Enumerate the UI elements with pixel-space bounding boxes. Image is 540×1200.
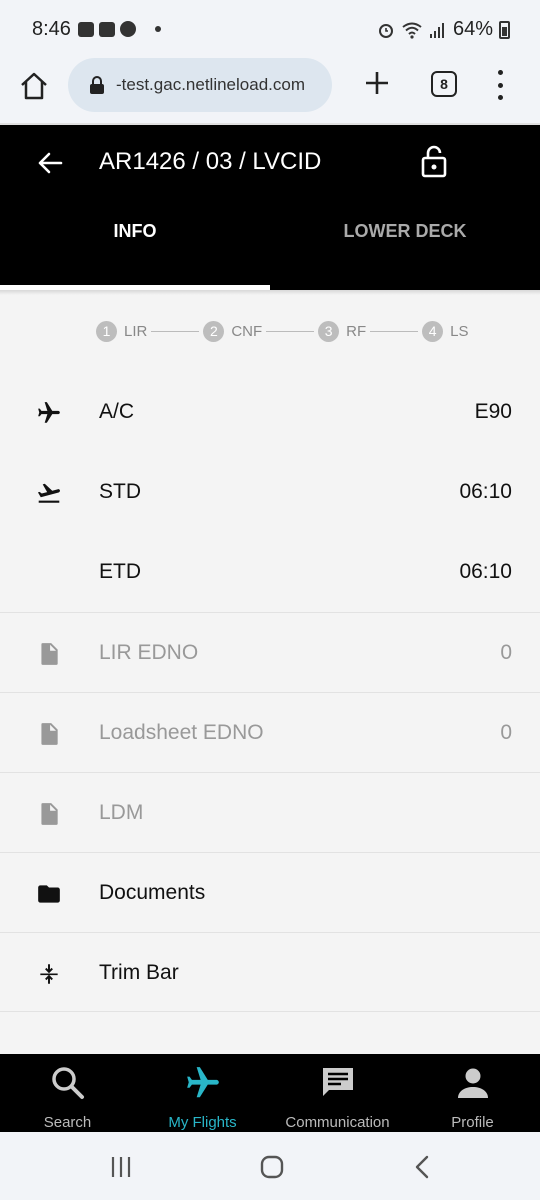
app-header: AR1426 / 03 / LVCID INFO LOWER DECK (0, 125, 540, 290)
row-label: LIR EDNO (99, 641, 199, 664)
row-std: STD 06:10 (0, 452, 540, 532)
step-rf: 3 RF (318, 320, 367, 342)
step-number: 2 (203, 320, 225, 342)
document-icon (41, 643, 58, 665)
row-label: A/C (99, 400, 135, 423)
step-ls: 4 LS (422, 320, 469, 342)
nav-label: My Flights (168, 1114, 237, 1131)
youtube-icon (99, 21, 115, 37)
status-right: 64% (377, 18, 510, 41)
status-notification-icons (78, 21, 161, 37)
status-bar: 8:46 64% (0, 0, 540, 58)
new-tab-icon[interactable] (362, 68, 392, 98)
browser-menu-icon[interactable] (496, 70, 504, 100)
row-value: 0 (500, 721, 512, 744)
row-label: Loadsheet EDNO (99, 721, 264, 744)
row-label: LDM (99, 801, 144, 824)
step-label: CNF (231, 322, 263, 340)
row-documents[interactable]: Documents (0, 852, 540, 932)
browser-toolbar: -test.gac.netlineload.com 8 (0, 58, 540, 124)
nav-label: Search (43, 1114, 92, 1131)
more-notifications-dot (155, 26, 161, 32)
nav-label: Communication (285, 1114, 390, 1131)
step-number: 3 (318, 320, 340, 342)
url-text[interactable]: -test.gac.netlineload.com (116, 75, 305, 95)
row-value: 06:10 (459, 480, 512, 503)
step-label: RF (346, 322, 367, 340)
profile-icon (457, 1068, 488, 1098)
search-icon (51, 1067, 84, 1099)
step-cnf: 2 CNF (203, 320, 263, 342)
tab-info[interactable]: INFO (0, 221, 270, 242)
status-time: 8:46 (32, 18, 71, 40)
tab-switcher-button[interactable]: 8 (431, 71, 457, 97)
wifi-icon (402, 22, 422, 39)
bottom-navigation: Search My Flights Communication Profile (0, 1054, 540, 1132)
row-label: STD (99, 480, 141, 503)
step-label: LIR (124, 322, 148, 340)
battery-icon (499, 20, 510, 39)
unlock-icon[interactable] (420, 145, 448, 179)
row-value: E90 (474, 400, 512, 423)
signal-icon (429, 22, 444, 38)
row-value: 06:10 (459, 560, 512, 583)
row-trim-bar[interactable]: Trim Bar (0, 932, 540, 1012)
step-connector (370, 330, 419, 332)
document-icon (41, 723, 58, 745)
lock-icon[interactable] (88, 75, 106, 95)
airplane-icon (38, 402, 60, 423)
step-connector (151, 330, 200, 332)
gallery-icon (78, 21, 94, 37)
step-connector (266, 330, 315, 332)
back-arrow-icon[interactable] (36, 149, 64, 177)
recent-apps-icon[interactable] (108, 1154, 134, 1180)
row-loadsheet-edno[interactable]: Loadsheet EDNO 0 (0, 692, 540, 772)
step-number: 1 (96, 320, 117, 342)
airplane-icon (186, 1067, 219, 1098)
nav-profile[interactable]: Profile (405, 1054, 540, 1132)
tab-lower-deck[interactable]: LOWER DECK (270, 221, 540, 242)
url-bar[interactable]: -test.gac.netlineload.com (68, 58, 332, 112)
row-value: 0 (500, 641, 512, 664)
nav-my-flights[interactable]: My Flights (135, 1054, 270, 1132)
page-title: AR1426 / 03 / LVCID (99, 148, 322, 175)
system-back-icon[interactable] (410, 1154, 436, 1180)
step-label: LS (450, 322, 469, 340)
nav-search[interactable]: Search (0, 1054, 135, 1132)
row-label: Documents (99, 881, 206, 904)
step-number: 4 (422, 320, 444, 342)
status-stepper: 1 LIR 2 CNF 3 RF 4 LS (96, 320, 469, 342)
header-shadow (0, 290, 540, 295)
row-ldm[interactable]: LDM (0, 772, 540, 852)
alarm-icon (378, 23, 393, 38)
pinterest-icon (120, 21, 136, 37)
system-navigation (0, 1132, 540, 1200)
row-lir-edno[interactable]: LIR EDNO 0 (0, 612, 540, 692)
nav-label: Profile (451, 1114, 494, 1131)
document-icon (41, 803, 58, 825)
home-icon[interactable] (18, 70, 50, 102)
row-label: Trim Bar (99, 961, 179, 984)
battery-percent: 64% (452, 18, 493, 40)
chat-icon (322, 1068, 353, 1096)
takeoff-icon (37, 483, 60, 503)
home-button-icon[interactable] (259, 1154, 285, 1180)
step-lir: 1 LIR (96, 320, 148, 342)
row-label: ETD (99, 560, 141, 583)
trim-icon (40, 964, 58, 984)
row-aircraft: A/C E90 (0, 372, 540, 452)
row-etd: ETD 06:10 (0, 532, 540, 612)
nav-communication[interactable]: Communication (270, 1054, 405, 1132)
folder-icon (38, 885, 60, 903)
